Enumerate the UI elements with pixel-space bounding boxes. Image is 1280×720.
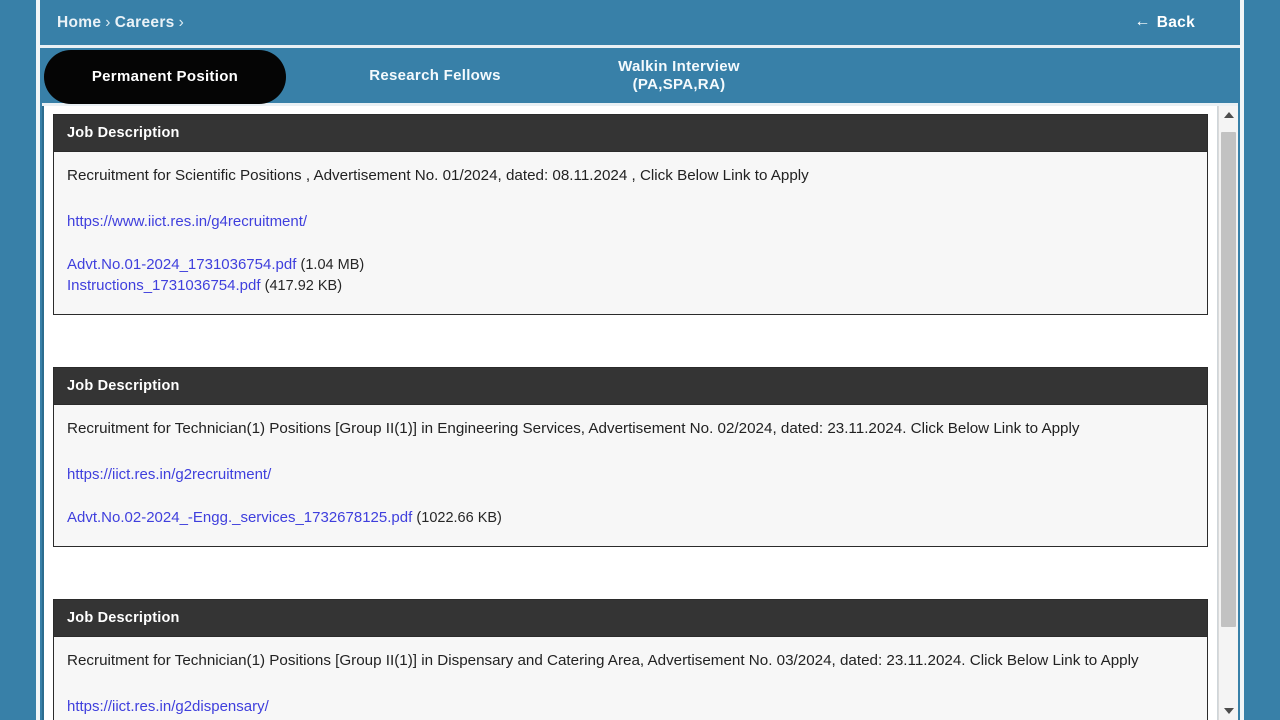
job-attachment-size: (417.92 KB) [264, 277, 343, 294]
job-attachment-row: Instructions_1731036754.pdf (417.92 KB) [67, 277, 1193, 294]
scroll-down-arrow-icon[interactable] [1219, 702, 1238, 720]
job-card-header: Job Description [54, 367, 1207, 404]
job-attachment-row: Advt.No.01-2024_1731036754.pdf (1.04 MB) [67, 256, 1193, 273]
scroll-up-arrow-icon[interactable] [1219, 106, 1238, 124]
job-attachment-size: (1022.66 KB) [416, 509, 502, 526]
job-attachment-link[interactable]: Instructions_1731036754.pdf [67, 277, 260, 294]
breadcrumb-item-home[interactable]: Home [57, 14, 101, 31]
job-card-header: Job Description [54, 115, 1207, 151]
tab-permanent-position[interactable]: Permanent Position [44, 50, 286, 104]
job-attachment-link[interactable]: Advt.No.02-2024_-Engg._services_17326781… [67, 509, 412, 526]
tab-bar: Permanent Position Research Fellows Walk… [42, 48, 1238, 106]
job-apply-link[interactable]: https://iict.res.in/g2dispensary/ [67, 698, 269, 715]
job-attachment-size: (1.04 MB) [300, 256, 365, 273]
tab-walkin-interview[interactable]: Walkin Interview (PA,SPA,RA) [550, 48, 808, 103]
job-description-text: Recruitment for Scientific Positions , A… [67, 167, 809, 184]
tab-walkin-interview-line1: Walkin Interview [618, 57, 740, 75]
job-apply-link[interactable]: https://iict.res.in/g2recruitment/ [67, 466, 271, 483]
job-description-text: Recruitment for Technician(1) Positions … [67, 651, 1139, 669]
breadcrumb-separator-1: › [105, 14, 111, 31]
job-card-body: Recruitment for Scientific Positions , A… [54, 151, 1207, 314]
job-apply-link-row: https://iict.res.in/g2dispensary/ [67, 698, 1193, 715]
scrollbar-thumb[interactable] [1221, 132, 1236, 627]
breadcrumb: Home › Careers › [57, 14, 188, 32]
back-button[interactable]: ← Back [1134, 14, 1195, 32]
job-attachment-row: Advt.No.02-2024_-Engg._services_17326781… [67, 509, 1193, 526]
job-attachment-link[interactable]: Advt.No.01-2024_1731036754.pdf [67, 256, 296, 273]
app-frame: Home › Careers › ← Back Permanent Position R… [0, 0, 1280, 720]
job-card-body: Recruitment for Technician(1) Positions … [54, 403, 1207, 546]
page-viewport: Home › Careers › ← Back Permanent Position R… [40, 0, 1240, 720]
job-card: Job Description Recruitment for Technici… [53, 598, 1208, 720]
job-apply-link-row: https://www.iict.res.in/g4recruitment/ [67, 213, 1193, 230]
vertical-scrollbar[interactable] [1218, 106, 1238, 720]
breadcrumb-bar: Home › Careers › ← Back [40, 0, 1240, 48]
job-description-text: Recruitment for Technician(1) Positions … [67, 419, 1080, 437]
job-card: Job Description Recruitment for Technici… [53, 366, 1208, 547]
job-card-header: Job Description [54, 599, 1207, 636]
job-apply-link-row: https://iict.res.in/g2recruitment/ [67, 466, 1193, 483]
page-right-rail [1240, 0, 1244, 720]
tab-walkin-interview-line2: (PA,SPA,RA) [632, 75, 726, 93]
breadcrumb-item-careers[interactable]: Careers [115, 14, 175, 31]
left-background-strip [0, 0, 40, 720]
tab-walkin-interview-label: Walkin Interview (PA,SPA,RA) [618, 58, 740, 93]
job-card: Job Description Recruitment for Scientif… [53, 114, 1208, 315]
job-list: Job Description Recruitment for Scientif… [44, 106, 1217, 720]
job-list-scroll-area[interactable]: Job Description Recruitment for Scientif… [42, 106, 1218, 720]
tab-permanent-position-label: Permanent Position [91, 68, 239, 86]
tab-research-fellows-label: Research Fellows [369, 66, 501, 84]
job-apply-link[interactable]: https://www.iict.res.in/g4recruitment/ [67, 213, 307, 230]
back-arrow-icon: ← [1134, 13, 1151, 30]
job-card-body: Recruitment for Technician(1) Positions … [54, 635, 1207, 720]
tab-research-fellows[interactable]: Research Fellows [304, 48, 566, 103]
back-button-label: Back [1156, 14, 1195, 31]
breadcrumb-separator-2: › [178, 14, 185, 31]
